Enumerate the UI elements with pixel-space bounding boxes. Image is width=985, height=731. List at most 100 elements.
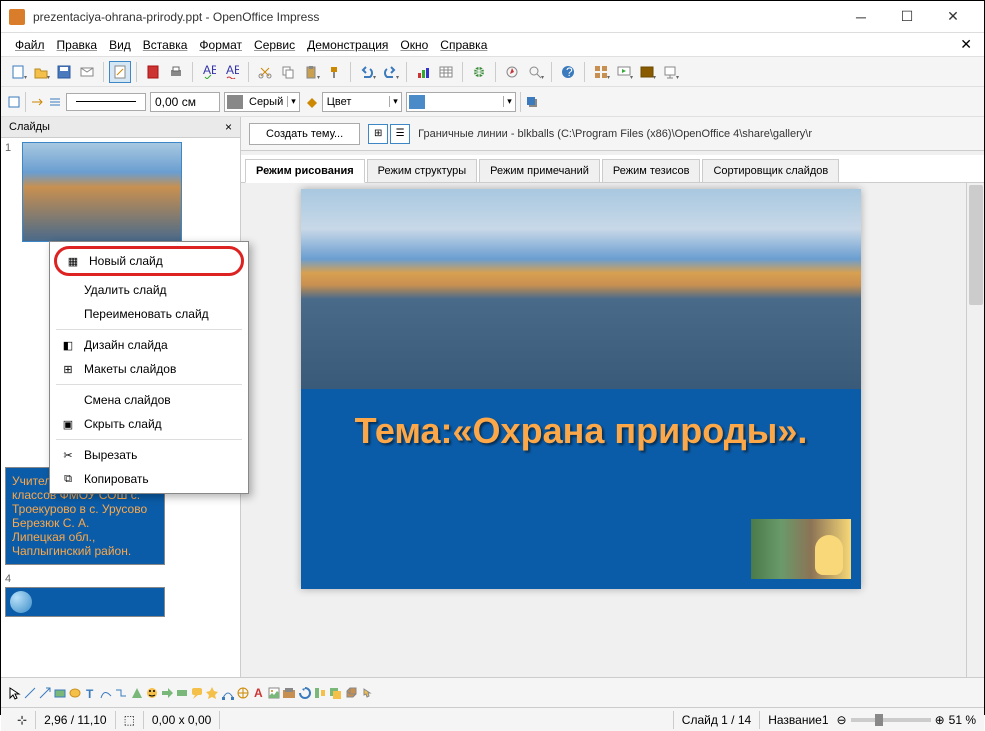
zoom-slider[interactable] (851, 718, 931, 722)
copy-button[interactable] (277, 61, 299, 83)
interaction-button[interactable] (636, 61, 658, 83)
interaction-tool[interactable] (359, 686, 373, 700)
align-tool[interactable] (313, 686, 327, 700)
work-area: Создать тему... ⊞ ☰ Граничные линии - bl… (241, 117, 984, 677)
view-list-button[interactable]: ☰ (390, 124, 410, 144)
slide-show-button[interactable] (613, 61, 635, 83)
menu-format[interactable]: Формат (193, 36, 248, 54)
email-button[interactable] (76, 61, 98, 83)
fontwork-tool[interactable]: A (252, 686, 266, 700)
maximize-button[interactable]: ☐ (884, 1, 930, 33)
arrange-tool[interactable] (328, 686, 342, 700)
chart-button[interactable] (412, 61, 434, 83)
slide-title-text[interactable]: Тема:«Охрана природы». (301, 409, 861, 452)
undo-button[interactable] (356, 61, 378, 83)
tab-notes[interactable]: Режим примечаний (479, 159, 600, 182)
help-button[interactable]: ? (557, 61, 579, 83)
fill-type-combo[interactable]: Цвет▾ (322, 92, 402, 112)
vertical-scrollbar[interactable] (966, 183, 984, 677)
canvas-scroll[interactable]: Тема:«Охрана природы». (241, 183, 966, 677)
tab-drawing[interactable]: Режим рисования (245, 159, 365, 183)
menu-hide-slide[interactable]: ▣ Скрыть слайд (52, 412, 246, 436)
minimize-button[interactable]: ─ (838, 1, 884, 33)
autospell-button[interactable]: ABC (221, 61, 243, 83)
edit-file-button[interactable] (109, 61, 131, 83)
menu-help[interactable]: Справка (434, 36, 493, 54)
navigator-button[interactable] (501, 61, 523, 83)
menu-insert[interactable]: Вставка (137, 36, 194, 54)
line-color-combo[interactable]: Серый▾ (224, 92, 300, 112)
close-button[interactable]: ✕ (930, 1, 976, 33)
fill-button[interactable] (304, 95, 318, 109)
select-tool[interactable] (7, 686, 21, 700)
text-tool[interactable]: T (83, 686, 97, 700)
block-arrows-tool[interactable] (160, 686, 174, 700)
arrow-tool[interactable] (38, 686, 52, 700)
menu-cut[interactable]: ✂ Вырезать (52, 443, 246, 467)
pdf-button[interactable] (142, 61, 164, 83)
ellipse-tool[interactable] (68, 686, 82, 700)
menu-delete-slide[interactable]: Удалить слайд (52, 278, 246, 302)
zoom-button[interactable] (524, 61, 546, 83)
slides-panel-close[interactable]: × (225, 120, 232, 134)
menu-window[interactable]: Окно (394, 36, 434, 54)
menu-slide-layouts[interactable]: ⊞ Макеты слайдов (52, 357, 246, 381)
stars-tool[interactable] (205, 686, 219, 700)
extrusion-tool[interactable] (344, 686, 358, 700)
new-slide-tb-button[interactable] (7, 95, 21, 109)
points-tool[interactable] (221, 686, 235, 700)
menu-rename-slide[interactable]: Переименовать слайд (52, 302, 246, 326)
menu-slide-design[interactable]: ◧ Дизайн слайда (52, 333, 246, 357)
shadow-button[interactable] (525, 95, 539, 109)
fill-color-combo[interactable]: ▾ (406, 92, 516, 112)
tab-outline[interactable]: Режим структуры (367, 159, 478, 182)
create-theme-button[interactable]: Создать тему... (249, 123, 360, 145)
rect-tool[interactable] (53, 686, 67, 700)
display-grid-button[interactable] (590, 61, 612, 83)
menu-view[interactable]: Вид (103, 36, 137, 54)
gluepoints-tool[interactable] (236, 686, 250, 700)
basic-shapes-tool[interactable] (130, 686, 144, 700)
tab-sorter[interactable]: Сортировщик слайдов (702, 159, 839, 182)
redo-button[interactable] (379, 61, 401, 83)
open-button[interactable] (30, 61, 52, 83)
menu-copy[interactable]: ⧉ Копировать (52, 467, 246, 491)
from-file-tool[interactable] (267, 686, 281, 700)
gallery-tool[interactable] (282, 686, 296, 700)
menu-tools[interactable]: Сервис (248, 36, 301, 54)
callout-tool[interactable] (190, 686, 204, 700)
new-doc-button[interactable] (7, 61, 29, 83)
line-tool[interactable] (23, 686, 37, 700)
menu-slideshow[interactable]: Демонстрация (301, 36, 394, 54)
paste-button[interactable] (300, 61, 322, 83)
arrow-end-button[interactable] (30, 95, 44, 109)
view-icons-button[interactable]: ⊞ (368, 124, 388, 144)
tab-handout[interactable]: Режим тезисов (602, 159, 701, 182)
close-doc-button[interactable]: ✕ (956, 36, 976, 53)
save-button[interactable] (53, 61, 75, 83)
line-width-input[interactable]: 0,00 см (150, 92, 220, 112)
gallery-path: Граничные линии - blkballs (C:\Program F… (418, 128, 812, 140)
line-preview[interactable] (66, 93, 146, 111)
connector-tool[interactable] (114, 686, 128, 700)
table-button[interactable] (435, 61, 457, 83)
cut-button[interactable] (254, 61, 276, 83)
menu-new-slide[interactable]: ▦ Новый слайд (54, 246, 244, 276)
spellcheck-button[interactable]: ABC (198, 61, 220, 83)
line-style-button[interactable] (48, 95, 62, 109)
curve-tool[interactable] (99, 686, 113, 700)
menu-edit[interactable]: Правка (51, 36, 104, 54)
flowchart-tool[interactable] (175, 686, 189, 700)
print-button[interactable] (165, 61, 187, 83)
slide-thumb-1[interactable]: 1 (5, 142, 236, 245)
menu-file[interactable]: Файл (9, 36, 51, 54)
symbol-shapes-tool[interactable] (145, 686, 159, 700)
menu-slide-transition[interactable]: Смена слайдов (52, 388, 246, 412)
presentation-button[interactable] (659, 61, 681, 83)
slide-thumb-4[interactable]: 4 (5, 573, 236, 617)
rotate-tool[interactable] (298, 686, 312, 700)
slide-canvas[interactable]: Тема:«Охрана природы». (301, 189, 861, 589)
hyperlink-button[interactable] (468, 61, 490, 83)
format-paint-button[interactable] (323, 61, 345, 83)
svg-text:A: A (254, 686, 263, 700)
